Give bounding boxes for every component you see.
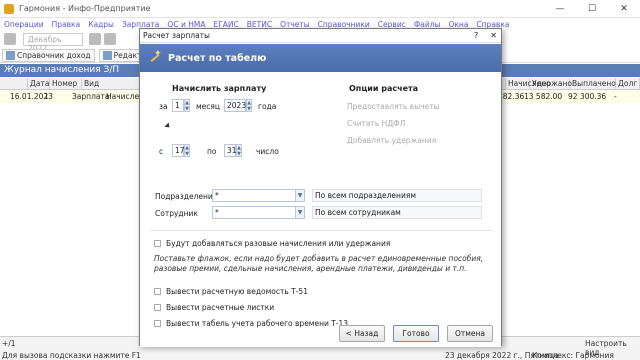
col-number[interactable]: Номер — [50, 78, 82, 89]
dialog-title: Расчет зарплаты — [143, 31, 210, 40]
minimize-icon[interactable]: — — [544, 0, 576, 18]
day-input[interactable]: 1 — [172, 99, 184, 112]
app-icon — [4, 3, 14, 14]
menu-edit[interactable]: Правка — [52, 20, 81, 29]
directory-button-label: Справочник доход — [17, 50, 91, 60]
slips-label[interactable]: Вывести расчетные листки — [166, 303, 274, 312]
label-month: месяц — [196, 102, 221, 111]
col-marker — [0, 78, 28, 89]
col-withheld[interactable]: Удержано — [530, 78, 572, 89]
close-icon[interactable]: ✕ — [608, 0, 640, 18]
label-from: с — [159, 147, 164, 156]
row-marker — [0, 91, 8, 103]
t51-checkbox[interactable] — [154, 288, 161, 295]
status-hint: Для вызова подсказки нажмите F1 — [2, 351, 141, 360]
back-button[interactable]: < Назад — [339, 325, 385, 342]
section-calc-title: Начислить зарплату — [172, 84, 267, 93]
magic-wand-icon — [148, 49, 162, 65]
employee-input[interactable]: * — [212, 206, 296, 219]
help-icon[interactable]: ? — [474, 29, 478, 43]
col-date[interactable]: Дата — [28, 78, 50, 89]
dialog-header: Расчет по табелю — [140, 44, 501, 72]
to-day-input[interactable]: 31 — [224, 144, 237, 157]
book-icon — [6, 50, 15, 60]
day-spinner[interactable]: ▲ ▼ — [184, 99, 190, 112]
directory-button[interactable]: Справочник доход — [2, 48, 95, 62]
tools-icon[interactable] — [104, 33, 116, 45]
dialog-close-icon[interactable]: ✕ — [490, 29, 497, 43]
label-department: Подразделение — [155, 192, 218, 201]
app-titlebar: Гармония - Инфо-Предприятие — ☐ ✕ — [0, 0, 640, 18]
col-debt[interactable]: Долг — [616, 78, 640, 89]
label-day: число — [256, 147, 279, 156]
window-controls: — ☐ ✕ — [544, 0, 640, 18]
cell-withheld: 13 582.00 — [524, 92, 563, 101]
cell-debt: - — [614, 92, 617, 101]
col-paid[interactable]: Выплачено — [570, 78, 616, 89]
cell-number: 1 — [44, 92, 49, 101]
hint-text-1: Поставьте флажок, если надо будет добави… — [154, 254, 484, 263]
cell-kind: Зарплата — [72, 92, 110, 101]
col-accrued[interactable]: Начислено — [506, 78, 551, 89]
option-withholding[interactable]: Добавлять удержания — [347, 136, 436, 145]
label-for: за — [159, 102, 168, 111]
t51-label[interactable]: Вывести расчетную ведомость Т-51 — [166, 287, 308, 296]
onetime-checkbox[interactable] — [154, 240, 161, 247]
col-kind[interactable]: Вид — [82, 78, 140, 89]
menu-operations[interactable]: Операции — [4, 20, 44, 29]
filter-icon[interactable] — [4, 33, 16, 45]
period-select[interactable]: Декабрь 2022 — [23, 32, 83, 53]
department-dropdown-icon[interactable]: ▼ — [295, 189, 305, 202]
menu-staff[interactable]: Кадры — [88, 20, 114, 29]
salary-dialog: Расчет зарплаты ? ✕ Расчет по табелю Нач… — [139, 28, 502, 347]
from-day-spinner[interactable]: ▲ ▼ — [184, 144, 190, 157]
department-input[interactable]: * — [212, 189, 296, 202]
option-ndfl[interactable]: Считать НДФЛ — [347, 119, 405, 128]
option-deductions[interactable]: Предоставлять вычеты — [347, 102, 439, 111]
configure-view-link[interactable]: Настроить вид — [585, 339, 640, 357]
cell-date: 16.01.2023 — [10, 92, 53, 101]
separator — [150, 230, 493, 231]
section-options-title: Опции расчета — [349, 84, 419, 93]
label-employee: Сотрудник — [155, 209, 198, 218]
year-input[interactable]: 2023 — [224, 99, 246, 112]
done-button[interactable]: Готово — [393, 325, 439, 342]
dialog-titlebar: Расчет зарплаты ? ✕ — [140, 29, 501, 43]
refresh-icon[interactable] — [89, 33, 101, 45]
app-title: Гармония - Инфо-Предприятие — [19, 4, 151, 13]
edit-icon — [102, 50, 112, 60]
department-info: По всем подразделениям — [312, 189, 482, 202]
onetime-label[interactable]: Будут добавляться разовые начисления или… — [166, 239, 390, 248]
t13-label[interactable]: Вывести табель учета рабочего времени Т-… — [166, 319, 348, 328]
record-count: +/1 — [2, 339, 16, 348]
dialog-body: Начислить зарплату Опции расчета за 1 ▲ ▼… — [140, 72, 501, 347]
slips-checkbox[interactable] — [154, 304, 161, 311]
employee-info: По всем сотрудникам — [312, 206, 482, 219]
to-day-spinner[interactable]: ▲ ▼ — [236, 144, 242, 157]
hint-text-2: разовые премии, сдельные начисления, аре… — [154, 264, 467, 273]
from-day-input[interactable]: 17 — [172, 144, 185, 157]
cancel-button[interactable]: Отмена — [447, 325, 493, 342]
maximize-icon[interactable]: ☐ — [576, 0, 608, 18]
label-year: года — [258, 102, 277, 111]
cell-kind2: Начисле — [106, 92, 140, 101]
label-to: по — [207, 147, 217, 156]
dialog-header-title: Расчет по табелю — [168, 52, 267, 64]
year-spinner[interactable]: ▲ ▼ — [246, 99, 252, 112]
employee-dropdown-icon[interactable]: ▼ — [295, 206, 305, 219]
cell-paid: 92 300.36 — [568, 92, 607, 101]
t13-checkbox[interactable] — [154, 320, 161, 327]
